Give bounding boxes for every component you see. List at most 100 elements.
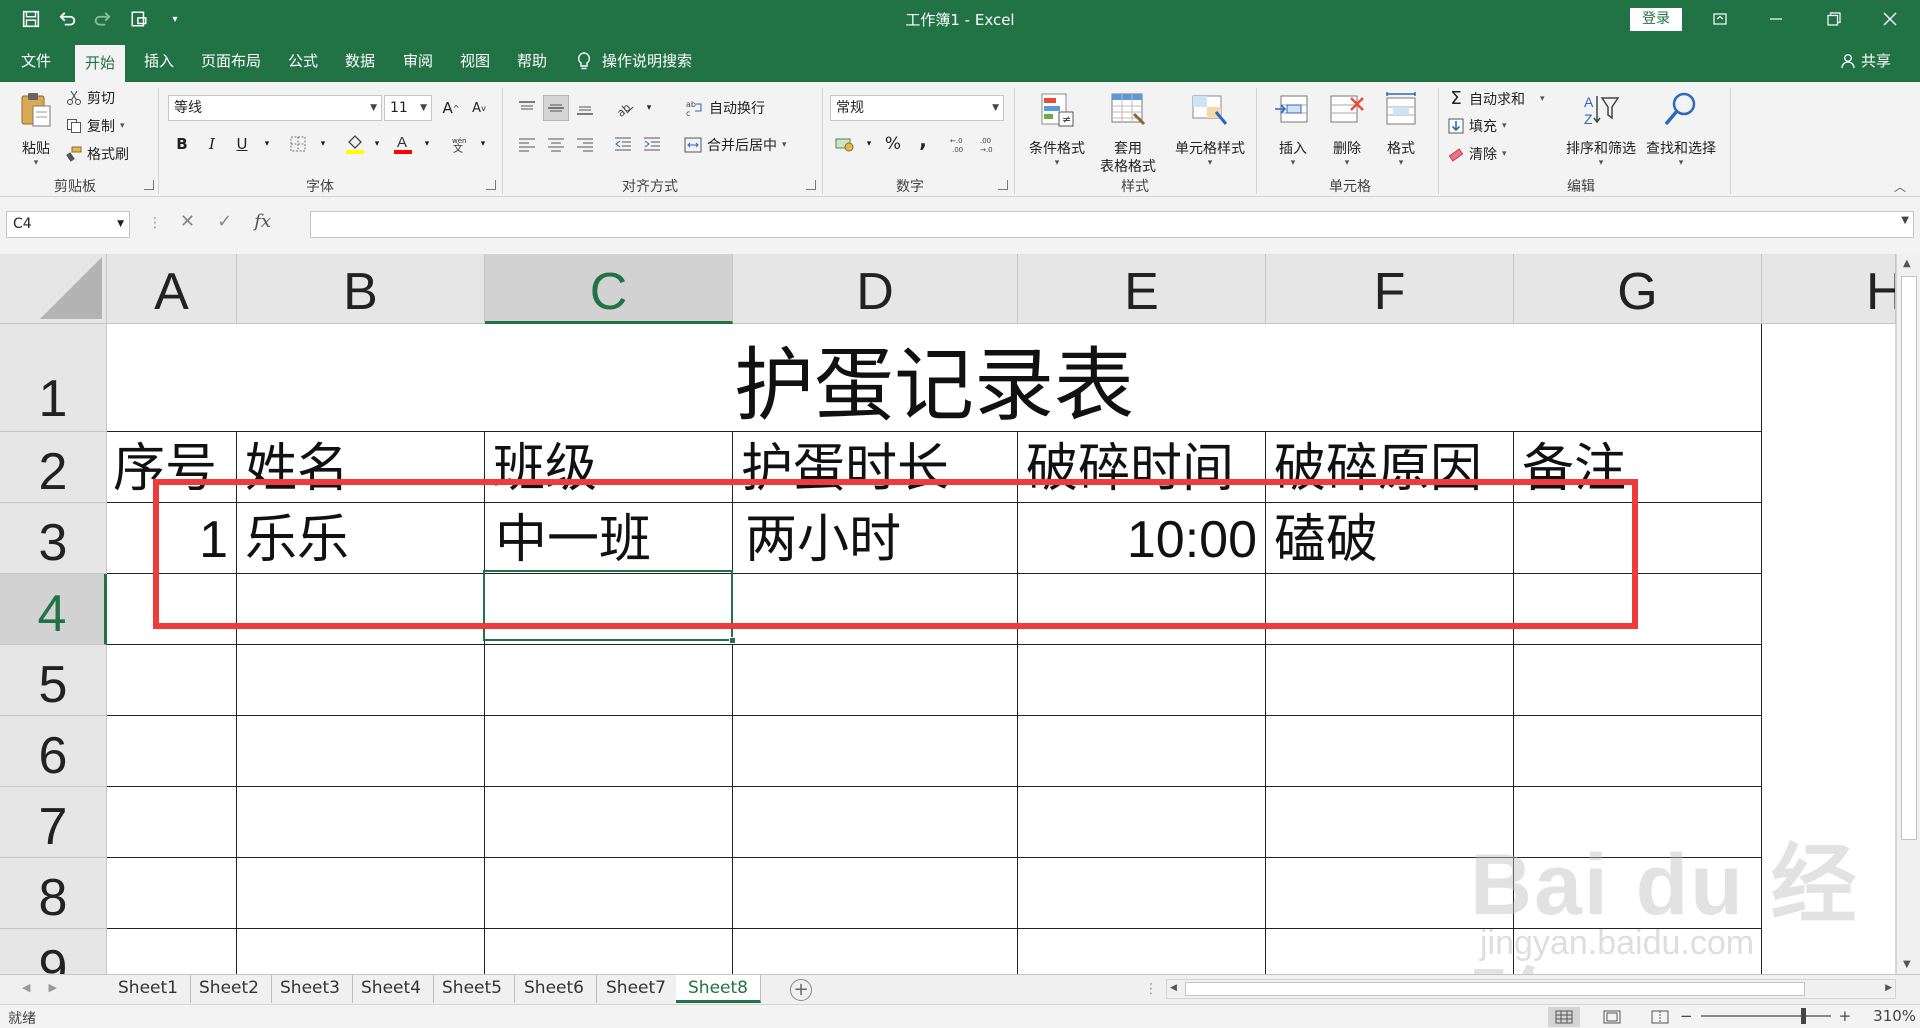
sheet-tab-3[interactable]: Sheet3 (268, 975, 353, 1003)
cell-d3[interactable]: 两小时 (733, 503, 1018, 574)
zoom-out-icon[interactable]: − (1680, 1007, 1693, 1025)
page-layout-view-button[interactable] (1596, 1007, 1628, 1027)
cell-f3[interactable]: 磕破 (1266, 503, 1514, 574)
cell-d6[interactable] (733, 716, 1018, 787)
row-header-3[interactable]: 3 (0, 503, 107, 574)
save-icon[interactable] (20, 8, 42, 30)
insert-function-icon[interactable]: fx (254, 211, 271, 232)
tab-data[interactable]: 数据 (335, 38, 385, 82)
cell-d5[interactable] (733, 645, 1018, 716)
scroll-down-icon[interactable]: ▼ (1903, 959, 1911, 970)
cell-c6[interactable] (485, 716, 733, 787)
conditional-format-button[interactable]: ≠ 条件格式 ▾ (1022, 90, 1092, 168)
cell-e2[interactable]: 破碎时间 (1018, 432, 1266, 503)
borders-dropdown-icon[interactable]: ▾ (310, 131, 336, 157)
cell-g5[interactable] (1514, 645, 1762, 716)
cell-e5[interactable] (1018, 645, 1266, 716)
autosum-button[interactable]: Σ 自动求和 ▾ (1448, 88, 1544, 109)
tell-me-search[interactable]: 操作说明搜索 (576, 50, 692, 71)
cell-b5[interactable] (237, 645, 485, 716)
row-header-6[interactable]: 6 (0, 716, 107, 787)
expand-formula-icon[interactable]: ▼ (1901, 215, 1909, 226)
accounting-dropdown-icon[interactable]: ▾ (856, 131, 882, 157)
tab-split-grip-icon[interactable]: ⋮ (1144, 981, 1158, 997)
login-button[interactable]: 登录 (1630, 8, 1682, 31)
tab-insert[interactable]: 插入 (134, 38, 184, 82)
cell-b6[interactable] (237, 716, 485, 787)
merge-center-button[interactable]: 合并后居中 ▾ (684, 135, 787, 155)
sort-filter-button[interactable]: A Z 排序和筛选 ▾ (1562, 90, 1640, 168)
phonetic-button[interactable]: wén 文 (446, 131, 472, 157)
cancel-icon[interactable]: ✕ (180, 211, 195, 232)
cell-e9[interactable] (1018, 929, 1266, 974)
bold-button[interactable]: B (169, 131, 195, 157)
increase-font-size-button[interactable]: A ^ (438, 95, 464, 121)
font-name-select[interactable]: 等线 ▼ (168, 95, 382, 121)
scroll-thumb[interactable] (1185, 982, 1805, 996)
cell-b3[interactable]: 乐乐 (237, 503, 485, 574)
sheet-tab-7[interactable]: Sheet7 (594, 975, 679, 1003)
cell-f5[interactable] (1266, 645, 1514, 716)
cell-c2[interactable]: 班级 (485, 432, 733, 503)
cell-a9[interactable] (107, 929, 237, 974)
cell-d9[interactable] (733, 929, 1018, 974)
sheet-tab-4[interactable]: Sheet4 (349, 975, 434, 1003)
format-cells-button[interactable]: 格式 ▾ (1374, 90, 1428, 168)
minimize-icon[interactable] (1748, 0, 1804, 38)
cell-c7[interactable] (485, 787, 733, 858)
cell-g6[interactable] (1514, 716, 1762, 787)
underline-dropdown-icon[interactable]: ▾ (254, 131, 280, 157)
italic-button[interactable]: I (199, 131, 225, 157)
tab-help[interactable]: 帮助 (507, 38, 557, 82)
vertical-scrollbar[interactable]: ▲ ▼ (1896, 254, 1920, 974)
insert-cells-button[interactable]: 插入 ▾ (1266, 90, 1320, 168)
cell-g8[interactable] (1514, 858, 1762, 929)
cell-c4[interactable] (485, 574, 733, 645)
tab-review[interactable]: 审阅 (393, 38, 443, 82)
page-break-view-button[interactable] (1644, 1007, 1676, 1027)
wrap-text-button[interactable]: ab c 自动换行 (686, 98, 765, 118)
cell-f2[interactable]: 破碎原因 (1266, 432, 1514, 503)
clear-button[interactable]: 清除 ▾ (1448, 144, 1507, 164)
cell-f9[interactable] (1266, 929, 1514, 974)
paste-button[interactable]: 粘贴 ▾ (14, 90, 58, 168)
column-header-c[interactable]: C (485, 254, 733, 324)
alignment-launcher-icon[interactable] (806, 180, 816, 190)
tab-file[interactable]: 文件 (11, 38, 61, 82)
row-header-4[interactable]: 4 (0, 574, 107, 645)
fill-color-dropdown-icon[interactable]: ▾ (364, 131, 390, 157)
font-launcher-icon[interactable] (486, 180, 496, 190)
fill-button[interactable]: 填充 ▾ (1448, 116, 1507, 136)
undo-icon[interactable] (56, 8, 78, 30)
cell-g4[interactable] (1514, 574, 1762, 645)
next-sheet-icon[interactable]: ▶ (48, 981, 56, 994)
cell-e8[interactable] (1018, 858, 1266, 929)
orientation-dropdown-icon[interactable]: ▾ (636, 95, 662, 121)
sheet-title-cell[interactable]: 护蛋记录表 (107, 324, 1762, 432)
restore-icon[interactable] (1806, 0, 1862, 38)
row-header-9[interactable]: 9 (0, 929, 107, 974)
row-header-7[interactable]: 7 (0, 787, 107, 858)
format-painter-button[interactable]: 格式刷 (66, 144, 129, 164)
column-header-h[interactable]: H (1762, 254, 1896, 324)
find-select-button[interactable]: 查找和选择 ▾ (1642, 90, 1720, 168)
comma-button[interactable]: , (910, 127, 936, 153)
cut-button[interactable]: 剪切 (66, 88, 115, 108)
cell-c9[interactable] (485, 929, 733, 974)
cell-b8[interactable] (237, 858, 485, 929)
phonetic-dropdown-icon[interactable]: ▾ (470, 131, 496, 157)
align-left-button[interactable] (514, 131, 540, 157)
font-color-button[interactable]: A (390, 131, 416, 157)
accounting-format-button[interactable] (832, 131, 858, 157)
format-as-table-button[interactable]: 套用 表格格式 (1090, 90, 1166, 176)
column-header-b[interactable]: B (237, 254, 485, 324)
column-header-g[interactable]: G (1514, 254, 1762, 324)
cell-b9[interactable] (237, 929, 485, 974)
row-header-2[interactable]: 2 (0, 432, 107, 503)
cell-a6[interactable] (107, 716, 237, 787)
enter-icon[interactable]: ✓ (217, 211, 232, 232)
increase-decimal-button[interactable]: ←.0.00 (948, 131, 974, 157)
cell-a3[interactable]: 1 (107, 503, 237, 574)
borders-button[interactable] (285, 131, 311, 157)
cell-a7[interactable] (107, 787, 237, 858)
